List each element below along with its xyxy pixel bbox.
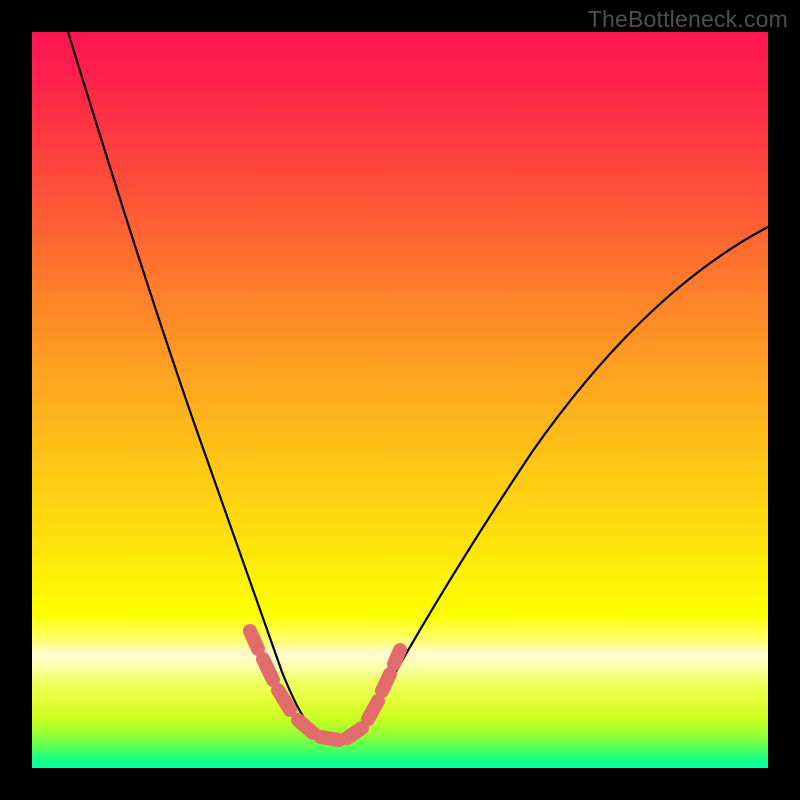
curve-layer <box>32 32 768 768</box>
chart-frame: TheBottleneck.com <box>0 0 800 800</box>
plot-area <box>32 32 768 768</box>
bottleneck-curve <box>68 32 768 742</box>
watermark-text: TheBottleneck.com <box>588 6 788 33</box>
